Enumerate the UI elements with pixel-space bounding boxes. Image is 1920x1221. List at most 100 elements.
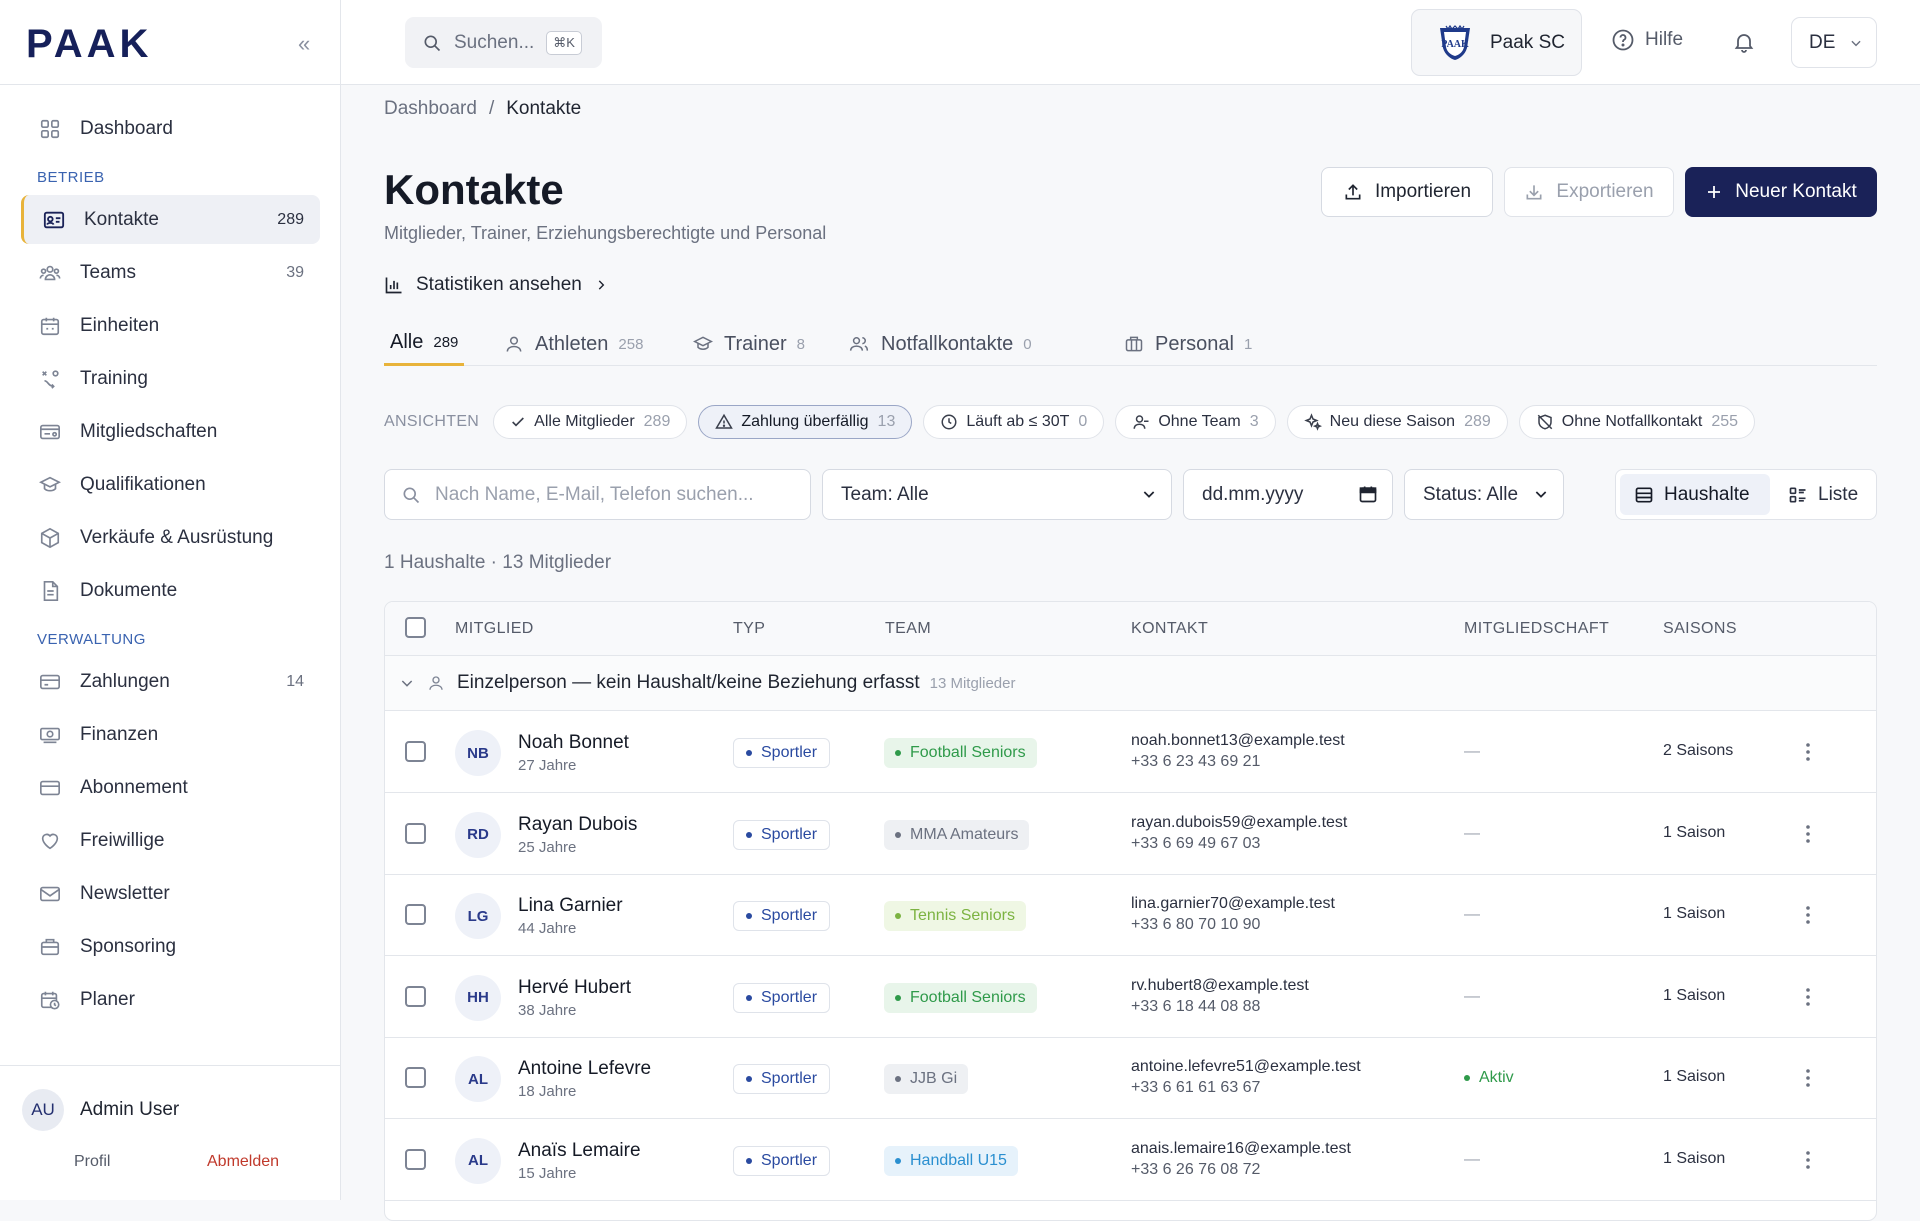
calendar-icon[interactable] bbox=[1358, 484, 1378, 504]
table-row[interactable]: RD Rayan Dubois 25 Jahre Sportler MMA Amateu… bbox=[385, 794, 1876, 875]
column-header-team[interactable]: TEAM bbox=[885, 620, 931, 638]
chevron-down-icon[interactable] bbox=[399, 675, 415, 691]
contact-email[interactable]: noah.bonnet13@example.test bbox=[1131, 732, 1345, 750]
column-header-member[interactable]: MITGLIED bbox=[455, 620, 534, 638]
language-select[interactable]: DE bbox=[1791, 17, 1877, 68]
new-contact-button[interactable]: Neuer Kontakt bbox=[1685, 167, 1877, 217]
more-vertical-icon[interactable] bbox=[1798, 1064, 1818, 1092]
credit-card-icon bbox=[38, 670, 62, 694]
sidebar-item-sponsoring[interactable]: Sponsoring bbox=[21, 922, 320, 971]
contact-phone[interactable]: +33 6 18 44 08 88 bbox=[1131, 998, 1260, 1016]
row-checkbox[interactable] bbox=[405, 741, 426, 762]
table-row[interactable]: AL Antoine Lefevre 18 Jahre Sportler JJB Gi a… bbox=[385, 1038, 1876, 1119]
contact-phone[interactable]: +33 6 61 61 63 67 bbox=[1131, 1079, 1260, 1097]
contact-phone[interactable]: +33 6 23 43 69 21 bbox=[1131, 753, 1260, 771]
view-households-button[interactable]: Haushalte bbox=[1620, 474, 1770, 515]
bell-icon[interactable] bbox=[1732, 29, 1756, 55]
tab-athleten[interactable]: Athleten 258 bbox=[504, 322, 643, 366]
sidebar: PAAK « Dashboard BETRIEB Kontakte 289 Te… bbox=[0, 0, 341, 1200]
sidebar-item-finanzen[interactable]: Finanzen bbox=[21, 710, 320, 759]
sidebar-item-mitgliedschaften[interactable]: Mitgliedschaften bbox=[21, 407, 320, 456]
sidebar-item-dashboard[interactable]: Dashboard bbox=[21, 104, 320, 153]
contact-email[interactable]: lina.garnier70@example.test bbox=[1131, 895, 1335, 913]
sidebar-item-verkaeufe[interactable]: Verkäufe & Ausrüstung bbox=[21, 513, 320, 562]
row-checkbox[interactable] bbox=[405, 822, 426, 844]
select-all-checkbox[interactable] bbox=[405, 617, 426, 638]
status-filter-select[interactable]: Status: Alle bbox=[1404, 469, 1564, 520]
contact-email[interactable]: rv.hubert8@example.test bbox=[1131, 977, 1309, 995]
member-name[interactable]: Anaïs Lemaire bbox=[518, 1140, 641, 1162]
chip-laeuft-ab[interactable]: Läuft ab ≤ 30T 0 bbox=[923, 405, 1105, 439]
sidebar-item-zahlungen[interactable]: Zahlungen 14 bbox=[21, 657, 320, 706]
chip-ohne-team[interactable]: Ohne Team 3 bbox=[1115, 405, 1276, 439]
more-vertical-icon[interactable] bbox=[1798, 983, 1818, 1011]
contact-search-input[interactable]: Nach Name, E-Mail, Telefon suchen... bbox=[384, 469, 811, 520]
stats-link[interactable]: Statistiken ansehen bbox=[384, 274, 608, 296]
sidebar-item-dokumente[interactable]: Dokumente bbox=[21, 566, 320, 615]
sidebar-item-abonnement[interactable]: Abonnement bbox=[21, 763, 320, 812]
dot-icon bbox=[895, 831, 901, 838]
table-row[interactable]: LG Lina Garnier 44 Jahre Sportler Tennis Sen… bbox=[385, 875, 1876, 956]
profile-link[interactable]: Profil bbox=[74, 1153, 110, 1171]
contact-email[interactable]: rayan.dubois59@example.test bbox=[1131, 814, 1347, 832]
member-name[interactable]: Antoine Lefevre bbox=[518, 1058, 651, 1080]
more-vertical-icon[interactable] bbox=[1798, 820, 1818, 848]
tab-personal[interactable]: Personal 1 bbox=[1124, 322, 1252, 366]
club-switcher[interactable]: PAAK Paak SC bbox=[1411, 9, 1582, 76]
import-button[interactable]: Importieren bbox=[1321, 167, 1493, 217]
export-button[interactable]: Exportieren bbox=[1504, 167, 1674, 217]
table-row[interactable]: AL Anaïs Lemaire 15 Jahre Sportler Handball … bbox=[385, 1120, 1876, 1201]
contact-phone[interactable]: +33 6 69 49 67 03 bbox=[1131, 835, 1260, 853]
column-header-contact[interactable]: KONTAKT bbox=[1131, 620, 1208, 638]
sidebar-item-qualifikationen[interactable]: Qualifikationen bbox=[21, 460, 320, 509]
type-label: Sportler bbox=[761, 988, 818, 1006]
member-name[interactable]: Noah Bonnet bbox=[518, 732, 629, 754]
column-header-seasons[interactable]: SAISONS bbox=[1663, 620, 1737, 638]
breadcrumb-root[interactable]: Dashboard bbox=[384, 98, 477, 119]
table-row[interactable]: NB Noah Bonnet 27 Jahre Sportler Football Se… bbox=[385, 712, 1876, 793]
sidebar-item-einheiten[interactable]: Einheiten bbox=[21, 301, 320, 350]
table-icon bbox=[1634, 485, 1654, 505]
chip-neu-diese-saison[interactable]: Neu diese Saison 289 bbox=[1286, 405, 1508, 439]
more-vertical-icon[interactable] bbox=[1798, 901, 1818, 929]
global-search[interactable]: Suchen... ⌘K bbox=[405, 17, 602, 68]
column-header-type[interactable]: TYP bbox=[733, 620, 765, 638]
contact-phone[interactable]: +33 6 26 76 08 72 bbox=[1131, 1161, 1260, 1179]
chip-zahlung-ueberfaellig[interactable]: Zahlung überfällig 13 bbox=[698, 405, 913, 439]
column-header-membership[interactable]: MITGLIEDSCHAFT bbox=[1464, 620, 1609, 638]
chip-ohne-notfallkontakt[interactable]: Ohne Notfallkontakt 255 bbox=[1518, 405, 1756, 439]
more-vertical-icon[interactable] bbox=[1798, 738, 1818, 766]
member-name[interactable]: Rayan Dubois bbox=[518, 814, 637, 836]
avatar[interactable]: AU bbox=[22, 1089, 64, 1131]
sidebar-item-kontakte[interactable]: Kontakte 289 bbox=[21, 195, 320, 244]
help-button[interactable]: Hilfe bbox=[1611, 28, 1683, 52]
tab-alle[interactable]: Alle 289 bbox=[384, 322, 465, 366]
chip-alle-mitglieder[interactable]: Alle Mitglieder 289 bbox=[493, 405, 688, 439]
sidebar-item-training[interactable]: Training bbox=[21, 354, 320, 403]
sidebar-item-planer[interactable]: Planer bbox=[21, 975, 320, 1024]
dot-icon bbox=[746, 750, 752, 756]
contact-phone[interactable]: +33 6 80 70 10 90 bbox=[1131, 916, 1260, 934]
sidebar-item-freiwillige[interactable]: Freiwillige bbox=[21, 816, 320, 865]
sidebar-item-newsletter[interactable]: Newsletter bbox=[21, 869, 320, 918]
row-checkbox[interactable] bbox=[405, 1067, 426, 1088]
row-checkbox[interactable] bbox=[405, 1148, 426, 1170]
view-list-button[interactable]: Liste bbox=[1774, 474, 1872, 515]
contact-email[interactable]: antoine.lefevre51@example.test bbox=[1131, 1058, 1361, 1076]
date-filter-input[interactable]: dd.mm.yyyy bbox=[1183, 469, 1393, 520]
row-checkbox[interactable] bbox=[405, 904, 426, 925]
tab-label: Alle bbox=[390, 331, 424, 353]
double-chevron-left-icon[interactable]: « bbox=[298, 31, 310, 57]
tab-trainer[interactable]: Trainer 8 bbox=[693, 322, 805, 366]
more-vertical-icon[interactable] bbox=[1798, 1146, 1818, 1174]
sidebar-item-teams[interactable]: Teams 39 bbox=[21, 248, 320, 297]
contact-email[interactable]: anais.lemaire16@example.test bbox=[1131, 1140, 1351, 1158]
tab-notfallkontakte[interactable]: Notfallkontakte 0 bbox=[848, 322, 1032, 366]
member-name[interactable]: Hervé Hubert bbox=[518, 977, 631, 999]
household-group-row[interactable]: Einzelperson — kein Haushalt/keine Bezie… bbox=[385, 656, 1876, 711]
member-name[interactable]: Lina Garnier bbox=[518, 895, 623, 917]
row-checkbox[interactable] bbox=[405, 985, 426, 1007]
table-row[interactable]: HH Hervé Hubert 38 Jahre Sportler Football S… bbox=[385, 957, 1876, 1038]
logout-link[interactable]: Abmelden bbox=[207, 1153, 279, 1171]
team-filter-select[interactable]: Team: Alle bbox=[822, 469, 1172, 520]
